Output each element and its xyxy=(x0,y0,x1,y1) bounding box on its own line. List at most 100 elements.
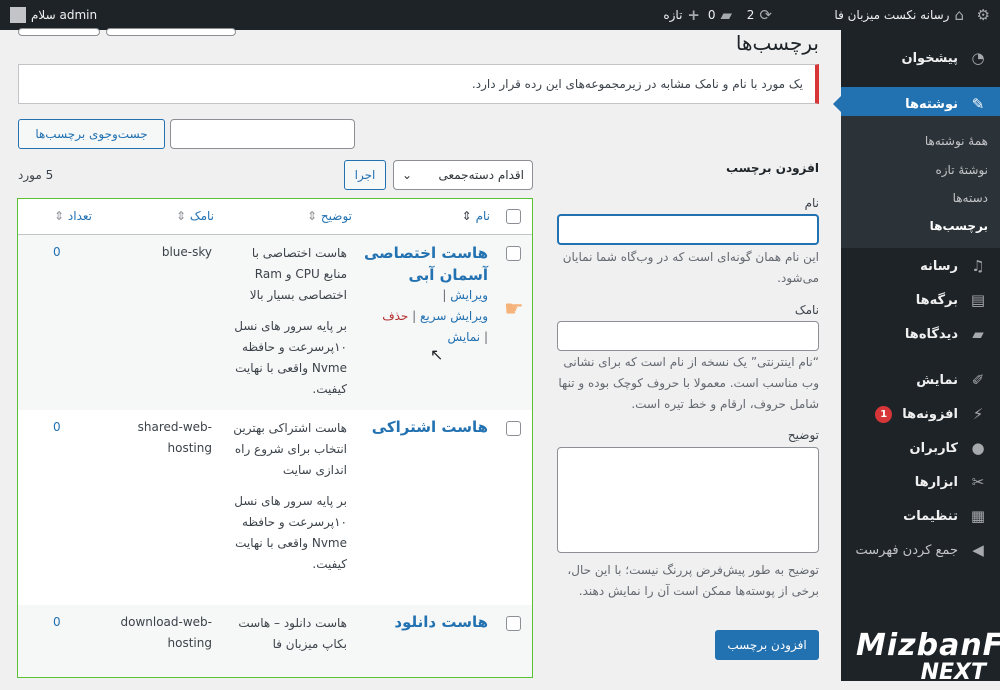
menu-tools[interactable]: ✂ ابزارها xyxy=(841,465,1000,499)
row-checkbox[interactable] xyxy=(506,616,521,631)
updates-count: 2 xyxy=(746,8,755,22)
menu-label: نمایش xyxy=(916,372,958,388)
row-checkbox[interactable] xyxy=(506,246,521,261)
mizbanfa-logo: MizbanFa NEXT xyxy=(856,630,1000,690)
quick-edit-link[interactable]: ویرایش سریع xyxy=(420,309,488,323)
tag-slug: blue-sky xyxy=(161,245,212,259)
updates-icon: ⟳ xyxy=(759,6,772,24)
apply-button[interactable]: اجرا xyxy=(344,160,386,190)
description-paragraph: بر پایه سرور های نسل ۱۰پرسرعت و حافظه Nv… xyxy=(234,319,347,396)
separator: | xyxy=(412,309,417,323)
media-icon: ♫ xyxy=(971,257,985,275)
help-tab[interactable] xyxy=(106,28,236,36)
menu-label: تنظیمات xyxy=(903,508,958,524)
comments-link[interactable]: 0 ▰ xyxy=(708,0,732,30)
submenu-tags[interactable]: برچسب‌ها xyxy=(930,219,988,233)
new-content-link[interactable]: تازه + xyxy=(663,0,700,30)
pointing-hand-icon: ☛ xyxy=(504,297,524,322)
slug-help: “نام اینترنتی” یک نسخه از نام است که برا… xyxy=(558,355,819,411)
menu-appearance[interactable]: ✐ نمایش xyxy=(841,363,1000,397)
posts-submenu: همهٔ نوشته‌ها نوشتهٔ تازه دسته‌ها برچسب‌… xyxy=(841,116,1000,248)
select-all-checkbox[interactable] xyxy=(506,209,521,224)
delete-link[interactable]: حذف xyxy=(382,309,408,323)
menu-collapse[interactable]: ◀ جمع کردن فهرست xyxy=(841,533,1000,567)
site-name-link[interactable]: رسانه نکست میزبان فا ⌂ xyxy=(834,0,964,30)
header-label: توضیح xyxy=(320,209,352,223)
submenu-new-post[interactable]: نوشتهٔ تازه xyxy=(935,163,988,177)
tag-slug-input[interactable] xyxy=(557,321,819,351)
tag-slug: download-web-hosting xyxy=(120,615,213,650)
comment-icon: ▰ xyxy=(720,6,732,24)
column-count-header[interactable]: تعداد ⇕ xyxy=(54,206,92,227)
menu-settings[interactable]: ▦ تنظیمات xyxy=(841,499,1000,533)
tags-table: نام ⇕ توضیح ⇕ نامک ⇕ تعداد ⇕ هاست اختصاص… xyxy=(17,198,533,678)
menu-label: نوشته‌ها xyxy=(905,96,958,112)
avatar xyxy=(10,7,26,23)
submenu-all-posts[interactable]: همهٔ نوشته‌ها xyxy=(925,134,988,148)
add-tag-submit-button[interactable]: افزودن برچسب xyxy=(715,630,819,660)
menu-label: رسانه xyxy=(920,258,958,274)
header-label: نام xyxy=(475,209,490,223)
menu-media[interactable]: ♫ رسانه xyxy=(841,249,1000,283)
tag-description: هاست اشتراکی بهترین انتخاب برای شروع راه… xyxy=(232,418,347,575)
menu-plugins[interactable]: ⚡ افزونه‌ها 1 xyxy=(841,397,1000,431)
tag-name-input[interactable] xyxy=(557,214,819,245)
column-description-header[interactable]: توضیح ⇕ xyxy=(307,206,352,227)
plus-icon: + xyxy=(687,6,700,24)
menu-pages[interactable]: ▤ برگه‌ها xyxy=(841,283,1000,317)
dashboard-icon: ◔ xyxy=(971,49,985,67)
greeting: سلام admin xyxy=(31,8,98,22)
updates-link[interactable]: 2 ⟳ xyxy=(747,0,772,30)
tag-description: هاست اختصاصی با منابع CPU و Ram اختصاصی … xyxy=(232,243,347,400)
plugins-icon: ⚡ xyxy=(972,405,984,423)
row-actions: ویرایش | ویرایش سریع | حذف | نمایش xyxy=(363,285,488,348)
sort-icon: ⇕ xyxy=(54,209,65,223)
description-paragraph: هاست اشتراکی بهترین انتخاب برای شروع راه… xyxy=(233,421,347,477)
tag-count[interactable]: 0 xyxy=(53,242,61,263)
chevron-down-icon: ⌄ xyxy=(402,168,413,182)
settings-icon: ▦ xyxy=(970,507,986,525)
sort-icon: ⇕ xyxy=(461,209,472,223)
header-label: تعداد xyxy=(67,209,92,223)
menu-label: کاربران xyxy=(909,440,958,456)
description-paragraph: هاست اختصاصی با منابع CPU و Ram اختصاصی … xyxy=(249,246,347,302)
description-label: توضیح xyxy=(787,428,819,442)
menu-label: افزونه‌ها xyxy=(902,406,958,422)
mouse-cursor-icon: ↖ xyxy=(430,345,444,364)
row-checkbox[interactable] xyxy=(506,421,521,436)
column-slug-header[interactable]: نامک ⇕ xyxy=(176,206,214,227)
error-notice: یک مورد با نام و نامک مشابه در زیرمجموعه… xyxy=(18,64,819,104)
separator: | xyxy=(483,330,488,344)
name-help: این نام همان گونه‌ای است که در وب‌گاه شم… xyxy=(562,250,819,285)
tag-name-link[interactable]: هاست دانلود xyxy=(363,612,488,633)
menu-users[interactable]: ● کاربران xyxy=(841,431,1000,465)
tag-description-textarea[interactable] xyxy=(557,447,819,553)
search-tags-button[interactable]: جست‌وجوی برچسب‌ها xyxy=(18,119,165,149)
menu-dashboard[interactable]: ◔ پیشخوان xyxy=(841,41,1000,75)
wp-logo-menu[interactable]: ⚙ xyxy=(977,0,990,30)
edit-link[interactable]: ویرایش xyxy=(450,288,488,302)
wordpress-icon: ⚙ xyxy=(976,6,990,24)
notice-text: یک مورد با نام و نامک مشابه در زیرمجموعه… xyxy=(471,77,803,91)
header-label: نامک xyxy=(189,209,214,223)
search-input[interactable] xyxy=(170,119,355,149)
admin-sidebar: ◔ پیشخوان ✎ نوشته‌ها همهٔ نوشته‌ها نوشتهٔ … xyxy=(833,30,1000,684)
description-help: توضیح به طور پیش‌فرض پررنگ نیست؛ با این … xyxy=(567,563,819,598)
submenu-categories[interactable]: دسته‌ها xyxy=(953,191,988,205)
bulk-action-value: اقدام دسته‌جمعی xyxy=(438,168,524,182)
my-account-link[interactable]: سلام admin xyxy=(10,0,97,30)
menu-comments[interactable]: ▰ دیدگاه‌ها xyxy=(841,317,1000,351)
view-link[interactable]: نمایش xyxy=(448,330,481,344)
main-content: برچسب‌ها یک مورد با نام و نامک مشابه در … xyxy=(0,28,841,681)
tag-count[interactable]: 0 xyxy=(53,612,61,633)
add-tag-heading: افزودن برچسب xyxy=(725,161,819,175)
description-paragraph: هاست دانلود – هاست بکاپ میزبان فا xyxy=(238,616,347,651)
comments-icon: ▰ xyxy=(972,325,984,343)
tag-name-link[interactable]: هاست اشتراکی xyxy=(363,417,488,438)
bulk-action-select[interactable]: اقدام دسته‌جمعی ⌄ xyxy=(393,160,533,190)
tag-name-link[interactable]: هاست اختصاصی آسمان آبی xyxy=(363,242,488,286)
tag-count[interactable]: 0 xyxy=(53,417,61,438)
new-label: تازه xyxy=(663,8,683,22)
column-name-header[interactable]: نام ⇕ xyxy=(462,206,490,227)
screen-options-tab[interactable] xyxy=(18,28,100,36)
